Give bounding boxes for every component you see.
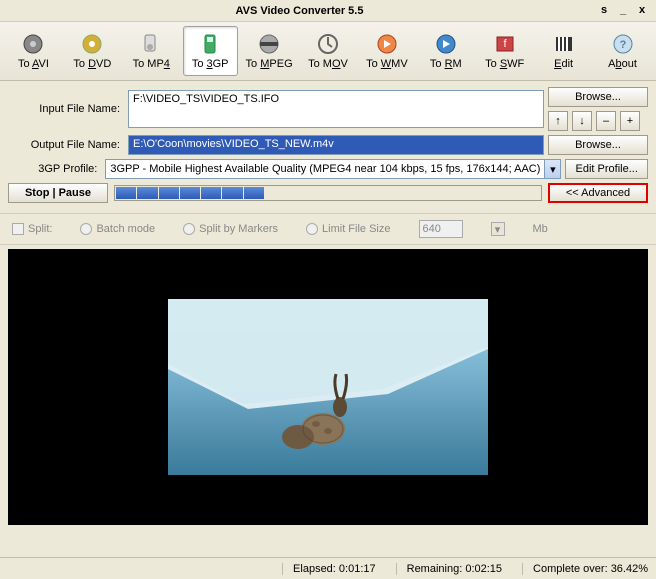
format-icon bbox=[373, 32, 401, 56]
toolbar-label: To AVI bbox=[18, 58, 49, 70]
profile-dropdown[interactable]: 3GPP - Mobile Highest Available Quality … bbox=[105, 159, 561, 179]
toolbar-label: To 3GP bbox=[192, 58, 229, 70]
move-down-button[interactable]: ↓ bbox=[572, 111, 592, 131]
toolbar-to-avi[interactable]: To AVI bbox=[6, 26, 61, 76]
progress-segment bbox=[350, 187, 370, 199]
progress-segment bbox=[286, 187, 306, 199]
status-bar: Elapsed: 0:01:17 Remaining: 0:02:15 Comp… bbox=[0, 557, 656, 579]
progress-segment bbox=[329, 187, 349, 199]
collapse-button[interactable]: s bbox=[596, 4, 612, 18]
toolbar-label: Edit bbox=[554, 58, 573, 70]
options-bar: Split: Batch mode Split by Markers Limit… bbox=[0, 213, 656, 245]
toolbar-to-swf[interactable]: f To SWF bbox=[477, 26, 532, 76]
toolbar-edit[interactable]: Edit bbox=[536, 26, 591, 76]
toolbar-to-rm[interactable]: To RM bbox=[418, 26, 473, 76]
format-icon bbox=[19, 32, 47, 56]
progress-segment bbox=[414, 187, 434, 199]
toolbar-to-mpeg[interactable]: To MPEG bbox=[242, 26, 297, 76]
window-title: AVS Video Converter 5.5 bbox=[6, 5, 593, 17]
progress-segment bbox=[180, 187, 200, 199]
filesize-input[interactable]: 640 bbox=[419, 220, 463, 238]
browse-input-button[interactable]: Browse... bbox=[548, 87, 648, 107]
toolbar-label: To RM bbox=[430, 58, 462, 70]
filesize-unit: Mb bbox=[533, 223, 548, 235]
progress-segment bbox=[137, 187, 157, 199]
split-markers-option[interactable]: Split by Markers bbox=[183, 223, 278, 235]
output-file-label: Output File Name: bbox=[8, 139, 124, 151]
format-icon bbox=[550, 32, 578, 56]
input-file-field[interactable]: F:\VIDEO_TS\VIDEO_TS.IFO bbox=[128, 90, 544, 128]
chevron-down-icon: ▾ bbox=[491, 222, 505, 236]
toolbar-to-wmv[interactable]: To WMV bbox=[359, 26, 414, 76]
progress-segment bbox=[435, 187, 455, 199]
progress-segment bbox=[392, 187, 412, 199]
format-icon bbox=[255, 32, 283, 56]
toolbar-to-mp4[interactable]: To MP4 bbox=[124, 26, 179, 76]
chevron-down-icon: ▾ bbox=[544, 160, 560, 178]
toolbar-label: To DVD bbox=[73, 58, 111, 70]
radio-icon bbox=[80, 223, 92, 235]
toolbar-label: To MOV bbox=[308, 58, 348, 70]
toolbar-to-3gp[interactable]: To 3GP bbox=[183, 26, 238, 76]
format-toolbar: To AVI To DVD To MP4 To 3GP To MPEG To MOV To … bbox=[0, 22, 656, 81]
progress-segment bbox=[116, 187, 136, 199]
format-icon bbox=[314, 32, 342, 56]
input-file-value: F:\VIDEO_TS\VIDEO_TS.IFO bbox=[133, 93, 279, 105]
move-up-button[interactable]: ↑ bbox=[548, 111, 568, 131]
format-icon: f bbox=[491, 32, 519, 56]
svg-text:?: ? bbox=[619, 39, 626, 51]
edit-profile-button[interactable]: Edit Profile... bbox=[565, 159, 648, 179]
progress-segment bbox=[371, 187, 391, 199]
format-icon: ? bbox=[609, 32, 637, 56]
profile-value: 3GPP - Mobile Highest Available Quality … bbox=[106, 163, 544, 175]
progress-segment bbox=[307, 187, 327, 199]
toolbar-label: To WMV bbox=[366, 58, 408, 70]
format-icon bbox=[137, 32, 165, 56]
checkbox-icon bbox=[12, 223, 24, 235]
format-icon bbox=[78, 32, 106, 56]
add-button[interactable]: + bbox=[620, 111, 640, 131]
progress-segment bbox=[477, 187, 497, 199]
progress-segment bbox=[499, 187, 519, 199]
profile-label: 3GP Profile: bbox=[8, 163, 101, 175]
progress-segment bbox=[159, 187, 179, 199]
minimize-button[interactable]: _ bbox=[615, 4, 631, 18]
video-preview bbox=[8, 249, 648, 525]
progress-segment bbox=[244, 187, 264, 199]
format-icon bbox=[432, 32, 460, 56]
browse-output-button[interactable]: Browse... bbox=[548, 135, 648, 155]
toolbar-to-mov[interactable]: To MOV bbox=[301, 26, 356, 76]
complete-cell: Complete over: 36.42% bbox=[522, 563, 648, 575]
progress-segment bbox=[265, 187, 285, 199]
limit-filesize-option[interactable]: Limit File Size bbox=[306, 223, 390, 235]
advanced-button[interactable]: << Advanced bbox=[548, 183, 648, 203]
toolbar-label: To MPEG bbox=[246, 58, 293, 70]
toolbar-label: About bbox=[608, 58, 637, 70]
title-bar: AVS Video Converter 5.5 s _ x bbox=[0, 0, 656, 22]
toolbar-about[interactable]: ? About bbox=[595, 26, 650, 76]
remove-button[interactable]: – bbox=[596, 111, 616, 131]
radio-icon bbox=[306, 223, 318, 235]
output-file-value: E:\O'Coon\movies\VIDEO_TS_NEW.m4v bbox=[133, 138, 334, 150]
elapsed-cell: Elapsed: 0:01:17 bbox=[282, 563, 376, 575]
progress-segment bbox=[201, 187, 221, 199]
input-file-label: Input File Name: bbox=[8, 103, 124, 115]
video-frame bbox=[168, 299, 488, 475]
toolbar-label: To SWF bbox=[485, 58, 524, 70]
toolbar-label: To MP4 bbox=[133, 58, 170, 70]
progress-segment bbox=[222, 187, 242, 199]
toolbar-to-dvd[interactable]: To DVD bbox=[65, 26, 120, 76]
progress-segment bbox=[456, 187, 476, 199]
stop-pause-button[interactable]: Stop | Pause bbox=[8, 183, 108, 203]
split-option[interactable]: Split: bbox=[12, 223, 52, 235]
output-file-field[interactable]: E:\O'Coon\movies\VIDEO_TS_NEW.m4v bbox=[128, 135, 544, 155]
progress-segment bbox=[520, 187, 540, 199]
radio-icon bbox=[183, 223, 195, 235]
batch-mode-option[interactable]: Batch mode bbox=[80, 223, 155, 235]
close-button[interactable]: x bbox=[634, 4, 650, 18]
form-area: Input File Name: F:\VIDEO_TS\VIDEO_TS.IF… bbox=[0, 81, 656, 209]
remaining-cell: Remaining: 0:02:15 bbox=[396, 563, 502, 575]
progress-bar bbox=[114, 185, 542, 201]
format-icon bbox=[196, 32, 224, 56]
